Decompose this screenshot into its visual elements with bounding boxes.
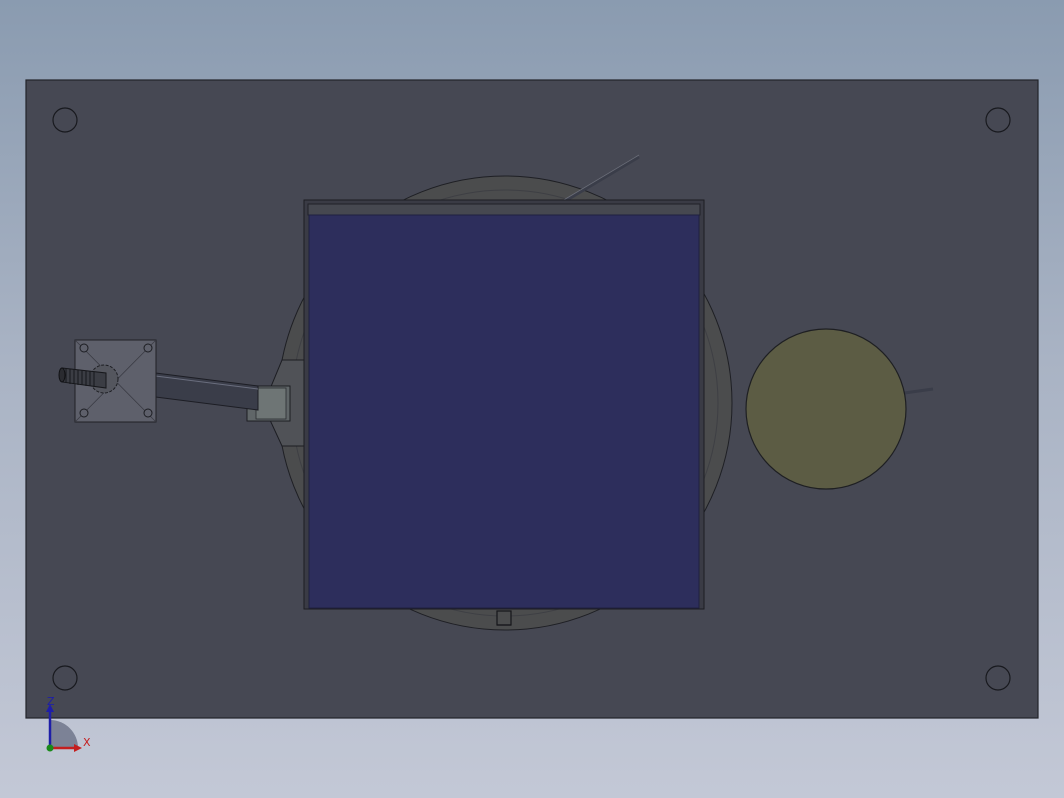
flange-bolt-hole[interactable] (79, 343, 89, 353)
arm-clamp-face (255, 387, 287, 420)
enclosure-panel[interactable] (308, 214, 700, 609)
flange-bolt-hole[interactable] (143, 408, 153, 418)
x-axis-label: X (83, 736, 91, 749)
triad-plane (50, 720, 78, 748)
z-axis-label: Z (47, 696, 55, 708)
mounting-hole-top-right[interactable] (985, 107, 1011, 133)
cad-graphics-viewport[interactable] (0, 0, 1064, 798)
flange-bolt-hole[interactable] (143, 343, 153, 353)
mounting-hole-bottom-left[interactable] (52, 665, 78, 691)
mounting-hole-bottom-right[interactable] (985, 665, 1011, 691)
flange-bolt-hole[interactable] (79, 408, 89, 418)
x-axis-head (74, 744, 82, 752)
threaded-end-tip (58, 367, 66, 383)
olive-disc[interactable] (745, 328, 907, 490)
orientation-triad[interactable]: Z X (38, 696, 98, 756)
mounting-hole-top-left[interactable] (52, 107, 78, 133)
triad-origin (46, 744, 54, 752)
enclosure-top-lip (307, 203, 701, 216)
index-block[interactable] (496, 610, 512, 626)
